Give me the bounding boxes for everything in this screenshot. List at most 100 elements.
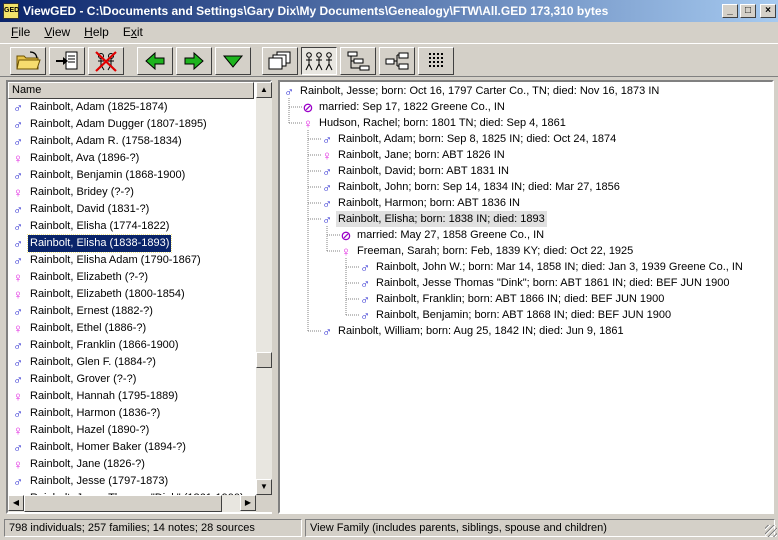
female-icon: ♀ — [13, 389, 23, 404]
list-item[interactable]: ♂ Rainbolt, Jesse (1797-1873) — [8, 473, 254, 490]
person-node[interactable]: ♂ Rainbolt, John; born: Sep 14, 1834 IN; … — [321, 179, 622, 195]
down-arrow-icon — [222, 55, 244, 68]
family-view-button[interactable] — [301, 47, 337, 75]
minimize-button[interactable]: _ — [722, 4, 738, 18]
person-node[interactable]: ♀ Rainbolt, Jane; born: ABT 1826 IN — [321, 147, 507, 163]
individual-name: Rainbolt, Jane (1826-?) — [30, 458, 145, 470]
down-button[interactable] — [215, 47, 251, 75]
individual-name: Rainbolt, Adam R. (1758-1834) — [30, 135, 182, 147]
individual-name: Rainbolt, Ernest (1882-?) — [30, 305, 153, 317]
person-node[interactable]: ♂ Rainbolt, Jesse; born: Oct 16, 1797 Car… — [283, 83, 661, 99]
person-node[interactable]: ♀ Freeman, Sarah; born: Feb, 1839 KY; die… — [340, 243, 635, 259]
scroll-left-button[interactable]: ◀ — [8, 495, 24, 511]
resize-grip[interactable] — [765, 525, 777, 537]
maximize-button[interactable]: □ — [740, 4, 756, 18]
menu-item[interactable]: View — [37, 25, 77, 39]
list-item[interactable]: ♂ Rainbolt, Elisha Adam (1790-1867) — [8, 252, 254, 269]
male-icon: ♂ — [322, 179, 332, 195]
individuals-list[interactable]: Name ♂ Rainbolt, Adam (1825-1874) ♂ Rainbol… — [6, 80, 272, 514]
list-item[interactable]: ♂ Rainbolt, Harmon (1836-?) — [8, 405, 254, 422]
back-button[interactable] — [137, 47, 173, 75]
family-view-icon — [305, 52, 333, 71]
marriage-icon: ⊘ — [340, 227, 352, 243]
tree-node-label: Rainbolt, Harmon; born: ABT 1836 IN — [338, 197, 521, 209]
horizontal-scroll-thumb[interactable] — [24, 495, 222, 512]
import-button[interactable] — [49, 47, 85, 75]
person-node[interactable]: ♂ Rainbolt, Jesse Thomas "Dink"; born: AB… — [359, 275, 731, 291]
person-node[interactable]: ♂ Rainbolt, John W.; born: Mar 14, 1858 I… — [359, 259, 745, 275]
list-item[interactable]: ♀ Rainbolt, Elizabeth (?-?) — [8, 269, 254, 286]
family-tree-view[interactable]: ♂ Rainbolt, Jesse; born: Oct 16, 1797 Car… — [278, 80, 774, 514]
menu-item-accesskey: V — [44, 24, 53, 39]
list-item[interactable]: ♂ Rainbolt, Ernest (1882-?) — [8, 303, 254, 320]
scroll-thumb[interactable] — [256, 352, 272, 368]
list-item[interactable]: ♂ Rainbolt, Glen F. (1884-?) — [8, 354, 254, 371]
delete-button[interactable] — [88, 47, 124, 75]
female-icon: ♀ — [13, 185, 23, 200]
list-item[interactable]: ♂ Rainbolt, Franklin (1866-1900) — [8, 337, 254, 354]
list-item[interactable]: ♂ Rainbolt, Adam (1825-1874) — [8, 99, 254, 116]
male-icon: ♂ — [13, 134, 23, 149]
list-item[interactable]: ♀ Rainbolt, Ethel (1886-?) — [8, 320, 254, 337]
close-button[interactable]: × — [760, 4, 776, 18]
menu-item[interactable]: Exit — [116, 25, 150, 39]
open-folder-button[interactable] — [10, 47, 46, 75]
individual-name: Rainbolt, Jesse (1797-1873) — [30, 475, 169, 487]
person-node[interactable]: ♂ Rainbolt, Harmon; born: ABT 1836 IN — [321, 195, 522, 211]
list-item[interactable]: ♂ Rainbolt, David (1831-?) — [8, 201, 254, 218]
cards-button[interactable] — [262, 47, 298, 75]
female-icon: ♀ — [13, 287, 23, 302]
list-body[interactable]: ♂ Rainbolt, Adam (1825-1874) ♂ Rainbolt, Ad… — [8, 99, 254, 495]
person-node[interactable]: ♂ Rainbolt, William; born: Aug 25, 1842 I… — [321, 323, 626, 339]
individual-name: Rainbolt, Benjamin (1868-1900) — [30, 169, 186, 181]
tree-node-label: Rainbolt, Jane; born: ABT 1826 IN — [338, 149, 505, 161]
scroll-down-button[interactable]: ▼ — [256, 479, 272, 495]
name-column-header[interactable]: Name — [8, 82, 254, 99]
male-icon: ♂ — [322, 131, 332, 147]
title-bar[interactable]: GED ViewGED - C:\Documents and Settings\… — [0, 0, 778, 22]
descendants-view-button[interactable] — [340, 47, 376, 75]
person-node[interactable]: ♂ Rainbolt, Franklin; born: ABT 1866 IN; … — [359, 291, 666, 307]
list-vertical-scrollbar[interactable]: ▲ ▼ — [256, 82, 272, 495]
female-icon: ♀ — [13, 321, 23, 336]
marriage-node[interactable]: ⊘ married: May 27, 1858 Greene Co., IN — [340, 227, 546, 243]
scroll-up-button[interactable]: ▲ — [256, 82, 272, 98]
list-item[interactable]: ♂ Rainbolt, Adam Dugger (1807-1895) — [8, 116, 254, 133]
list-item[interactable]: ♀ Rainbolt, Hazel (1890-?) — [8, 422, 254, 439]
person-node[interactable]: ♂ Rainbolt, David; born: ABT 1831 IN — [321, 163, 511, 179]
individual-name: Rainbolt, Franklin (1866-1900) — [30, 339, 179, 351]
list-item[interactable]: ♂ Rainbolt, Elisha (1774-1822) — [8, 218, 254, 235]
marriage-node[interactable]: ⊘ married: Sep 17, 1822 Greene Co., IN — [302, 99, 507, 115]
ancestors-view-button[interactable] — [379, 47, 415, 75]
female-icon: ♀ — [13, 457, 23, 472]
list-item[interactable]: ♂ Rainbolt, Homer Baker (1894-?) — [8, 439, 254, 456]
toolbar — [0, 43, 778, 77]
person-node[interactable]: ♀ Hudson, Rachel; born: 1801 TN; died: Se… — [302, 115, 568, 131]
tree-node-label: Rainbolt, Franklin; born: ABT 1866 IN; d… — [376, 293, 665, 305]
scroll-right-button[interactable]: ▶ — [240, 495, 256, 511]
app-icon[interactable]: GED — [3, 3, 19, 19]
list-item[interactable]: ♀ Rainbolt, Elizabeth (1800-1854) — [8, 286, 254, 303]
individual-name: Rainbolt, Glen F. (1884-?) — [30, 356, 156, 368]
person-node[interactable]: ♂ Rainbolt, Adam; born: Sep 8, 1825 IN; d… — [321, 131, 618, 147]
menu-item[interactable]: File — [4, 25, 37, 39]
male-icon: ♂ — [13, 440, 23, 455]
list-item[interactable]: ♂ Rainbolt, Benjamin (1868-1900) — [8, 167, 254, 184]
list-item[interactable]: ♀ Rainbolt, Jane (1826-?) — [8, 456, 254, 473]
list-item[interactable]: ♀ Rainbolt, Hannah (1795-1889) — [8, 388, 254, 405]
list-item[interactable]: ♂ Rainbolt, Elisha (1838-1893) — [8, 234, 254, 253]
list-item[interactable]: ♂ Rainbolt, Adam R. (1758-1834) — [8, 133, 254, 150]
person-node[interactable]: ♂ Rainbolt, Elisha; born: 1838 IN; died: … — [321, 211, 547, 227]
list-item[interactable]: ♂ Rainbolt, Grover (?-?) — [8, 371, 254, 388]
male-icon: ♂ — [284, 83, 294, 99]
list-horizontal-scrollbar[interactable]: ◀ ▶ — [8, 495, 256, 512]
menu-item[interactable]: Help — [77, 25, 116, 39]
list-view-button[interactable] — [418, 47, 454, 75]
list-item[interactable]: ♀ Rainbolt, Ava (1896-?) — [8, 150, 254, 167]
list-item[interactable]: ♀ Rainbolt, Bridey (?-?) — [8, 184, 254, 201]
male-icon: ♂ — [360, 275, 370, 291]
person-node[interactable]: ♂ Rainbolt, Benjamin; born: ABT 1868 IN; … — [359, 307, 673, 323]
menu-item-accesskey: H — [84, 24, 93, 39]
forward-arrow-icon — [184, 52, 204, 70]
forward-button[interactable] — [176, 47, 212, 75]
